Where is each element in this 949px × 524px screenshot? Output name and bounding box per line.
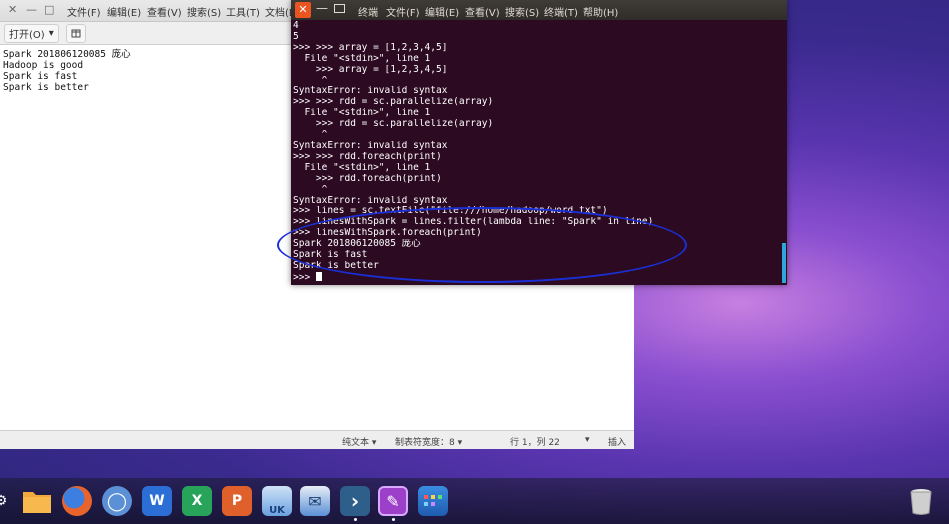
terminal-line: ^ [293,75,328,86]
close-icon: ✕ [298,3,308,16]
menu-tools[interactable]: 工具(T) [226,4,260,19]
terminal-line: ^ [293,184,328,195]
menu-search[interactable]: 搜索(S) [187,4,221,19]
trash-icon[interactable] [906,486,936,516]
terminal-line: >>> >>> rdd.foreach(print) [293,151,442,162]
ukylin-app-icon[interactable]: UK [262,486,292,516]
terminal-line: 5 [293,31,299,42]
hand-drawn-annotation-circle [277,207,687,283]
settings-app-icon[interactable]: ⚙ [0,486,16,516]
close-button[interactable]: ✕ [295,2,311,18]
running-indicator [392,518,395,521]
tab-width-selector[interactable]: 制表符宽度：8 ▾ [395,435,462,448]
minimize-icon[interactable]: — [26,3,37,16]
files-app-icon[interactable] [22,486,52,516]
menu-edit[interactable]: 编辑(E) [425,4,459,19]
terminal-title: 终端 [358,8,378,19]
chevron-down-icon[interactable]: ▾ [585,435,590,445]
menu-file[interactable]: 文件(F) [67,4,101,19]
new-document-icon [71,29,81,38]
chrome-app-icon[interactable]: ◯ [102,486,132,516]
firefox-app-icon[interactable] [62,486,92,516]
app-grid-icon[interactable] [418,486,448,516]
terminal-line: >>> >>> rdd = sc.parallelize(array) [293,97,494,108]
wps-writer-app-icon[interactable]: W [142,486,172,516]
language-selector[interactable]: 纯文本 ▾ [342,435,376,448]
menu-view[interactable]: 查看(V) [465,4,500,19]
menu-view[interactable]: 查看(V) [147,4,182,19]
menu-file[interactable]: 文件(F) [386,4,420,19]
minimize-icon[interactable]: — [316,1,328,15]
terminal-line: >>> rdd.foreach(print) [293,173,442,184]
menu-terminal[interactable]: 终端(T) [544,4,578,19]
terminal-line: 4 [293,21,299,31]
terminal-titlebar: ✕ — 终端 文件(F) 编辑(E) 查看(V) 搜索(S) 终端(T) 帮助(… [291,0,787,20]
text-line: Spark is fast [3,71,78,82]
text-cursor [315,271,322,281]
terminal-line: SyntaxError: invalid syntax [293,140,448,151]
terminal-line: >>> array = [1,2,3,4,5] [293,64,448,75]
terminal-line: SyntaxError: invalid syntax [293,195,448,206]
maximize-icon[interactable]: □ [44,3,54,16]
text-line: Spark is better [3,82,89,93]
trash-can-icon [910,489,932,515]
text-editor-content[interactable]: Spark 201806120085 庞心 Hadoop is good Spa… [3,49,131,93]
close-icon[interactable]: ✕ [8,3,17,16]
terminal-line: File "<stdin>", line 1 [293,162,431,173]
new-document-button[interactable] [66,24,86,43]
folder-icon [23,492,51,513]
terminal-line: SyntaxError: invalid syntax [293,86,448,97]
terminal-line: File "<stdin>", line 1 [293,108,431,119]
open-button-label: 打开(O) [9,30,45,41]
terminal-scrollbar[interactable] [782,243,786,283]
terminal-app-icon[interactable]: › [340,486,370,516]
terminal-line: File "<stdin>", line 1 [293,53,431,64]
wps-presentation-app-icon[interactable]: P [222,486,252,516]
grid-icon [424,495,442,506]
menu-search[interactable]: 搜索(S) [505,4,539,19]
terminal-line: >>> >>> array = [1,2,3,4,5] [293,42,448,53]
open-button[interactable]: 打开(O) ▾ [4,24,59,43]
cursor-position: 行 1，列 22 [510,438,560,448]
text-editor-statusbar: 纯文本 ▾ 制表符宽度：8 ▾ 行 1，列 22 ▾ 插入 [0,430,634,449]
running-indicator [354,518,357,521]
text-line: Spark 201806120085 庞心 [3,49,131,60]
menu-edit[interactable]: 编辑(E) [107,4,141,19]
text-editor-app-icon[interactable]: ✎ [378,486,408,516]
terminal-line: >>> rdd = sc.parallelize(array) [293,119,494,130]
insert-mode: 插入 [608,438,627,448]
maximize-icon[interactable] [334,4,345,13]
wps-spreadsheet-app-icon[interactable]: X [182,486,212,516]
terminal-line: ^ [293,130,328,141]
chevron-down-icon: ▾ [48,28,54,39]
text-line: Hadoop is good [3,60,84,71]
menu-help[interactable]: 帮助(H) [583,4,618,19]
mail-app-icon[interactable]: ✉ [300,486,330,516]
dock: ⚙ ◯ W X P UK ✉ › ✎ [0,478,949,524]
terminal-prompt: >>> [293,271,316,283]
